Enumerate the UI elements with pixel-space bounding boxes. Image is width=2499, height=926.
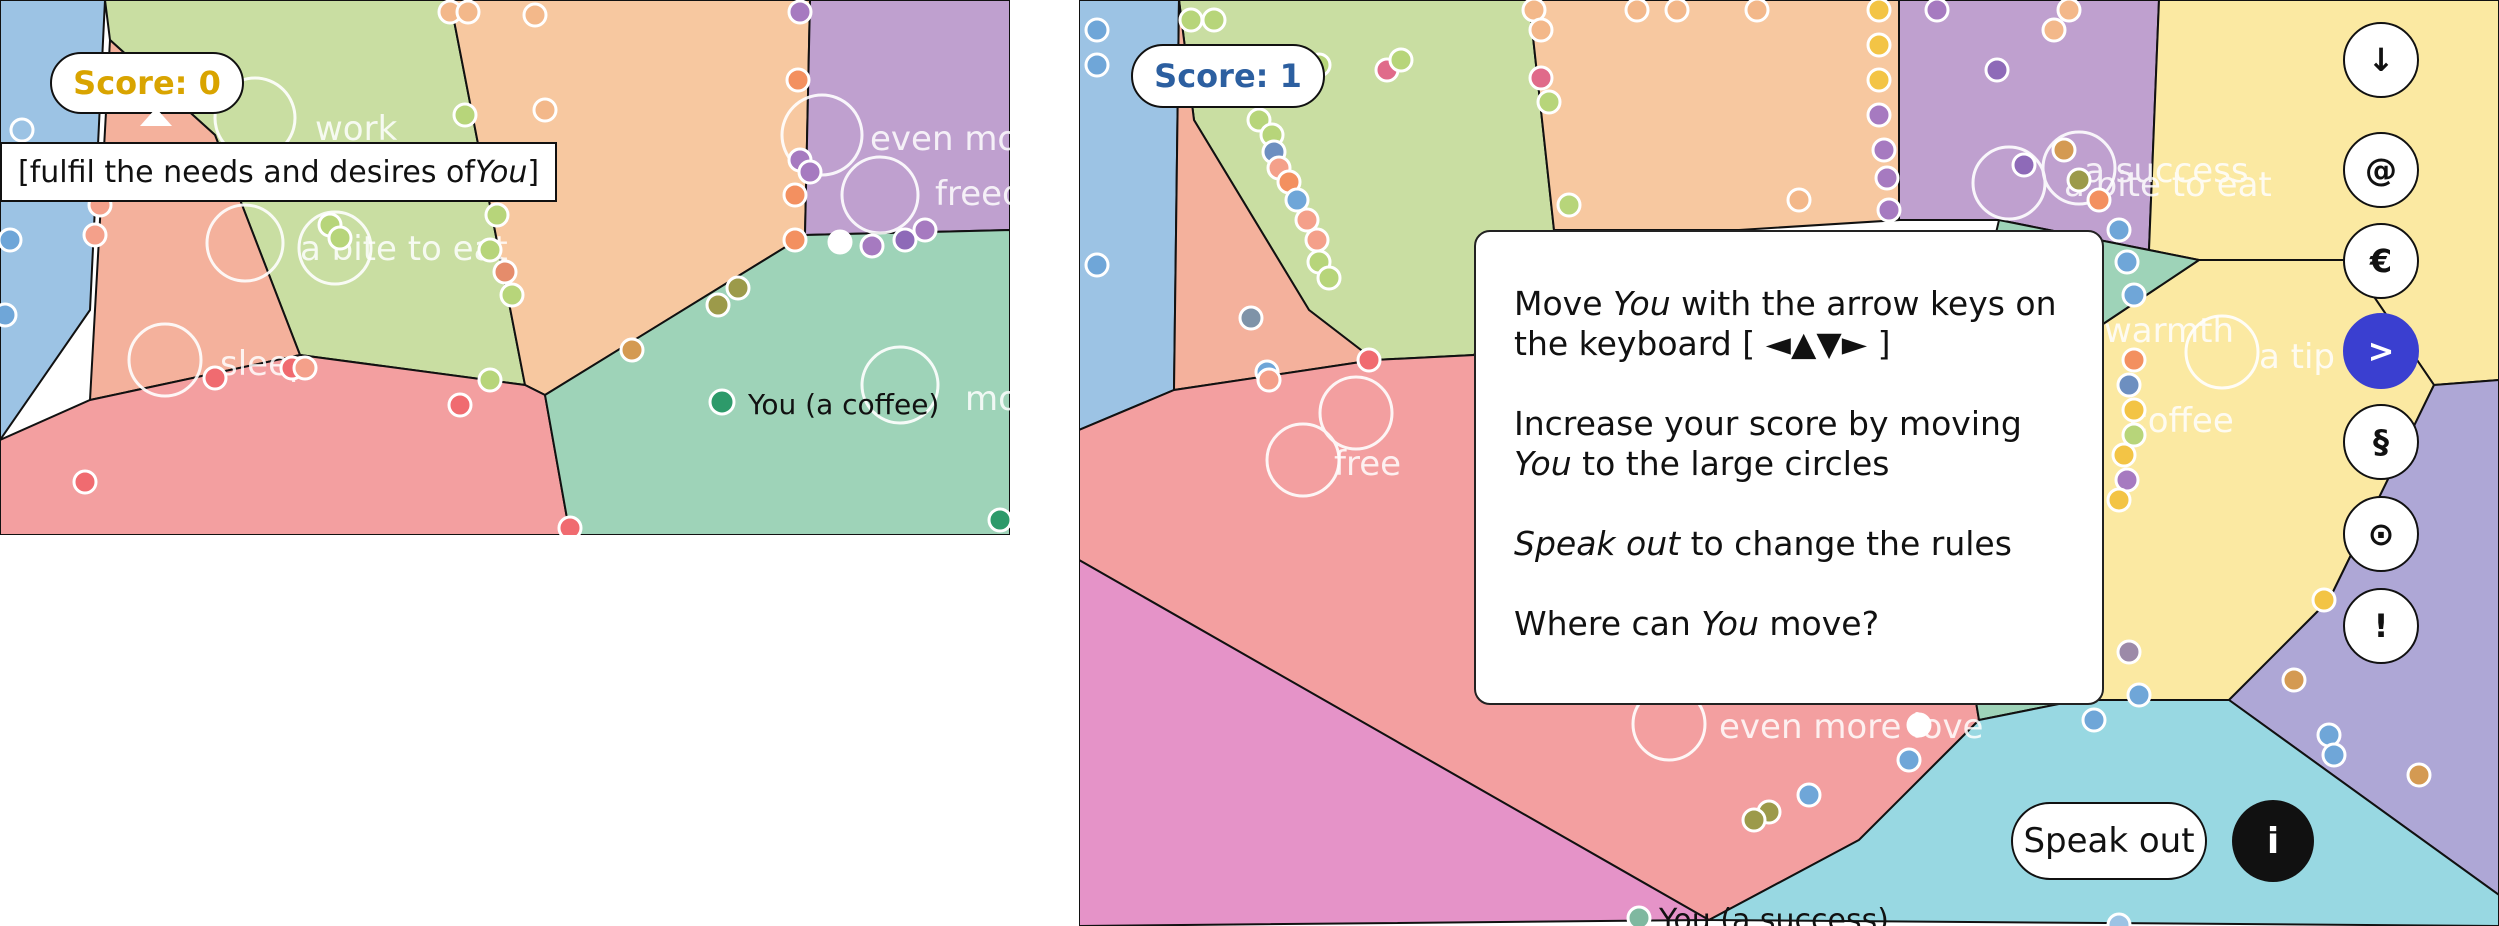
faded-label-love: even more love [1719,707,1983,747]
faded-label-free: free [1334,444,1401,484]
right-game-view: a success a bite to eat warmth a tip out… [1079,0,2499,926]
left-game-view: work a bite to eat sleep even more love … [0,0,1010,535]
region-orange [1527,0,1900,231]
faded-label-freedom: freedom [935,174,1010,214]
tooltip-suffix: ] [527,154,540,190]
instruction-move: Move You with the arrow keys on the keyb… [1514,284,2057,363]
you-label-left: You (a coffee) [748,388,940,421]
score-display: Score: 1 [1131,44,1325,108]
instruction-question: Where can You move? [1514,604,1880,643]
faded-label-love: even more love [870,119,1010,159]
instructions-panel: Move You with the arrow keys on the keyb… [1474,230,2104,705]
tooltip-text: [fulfil the needs and desires of [18,154,475,190]
target-icon[interactable]: ⊙ [2343,496,2419,572]
chevron-right-icon[interactable]: > [2343,313,2419,389]
tooltip-pointer [140,108,172,126]
at-icon[interactable]: @ [2343,132,2419,208]
faded-label-warmth: warmth [2104,311,2234,351]
score-display: Score: 0 [50,52,244,114]
down-arrow-icon[interactable]: ↓ [2343,22,2419,98]
you-label-right: You (a success) [1658,903,1889,926]
faded-label-more: more [965,379,1010,419]
you-token-left [708,388,736,416]
info-button[interactable]: i [2232,800,2314,882]
instruction-score: Increase your score by moving You to the… [1514,404,2022,483]
euro-icon[interactable]: € [2343,223,2419,299]
tooltip-emphasis: You [474,154,528,190]
section-icon[interactable]: § [2343,404,2419,480]
speak-out-button[interactable]: Speak out [2011,802,2207,880]
instruction-speak: Speak out to change the rules [1514,524,2012,563]
exclamation-icon[interactable]: ! [2343,588,2419,664]
rule-tooltip: [fulfil the needs and desires of You] [0,142,558,202]
